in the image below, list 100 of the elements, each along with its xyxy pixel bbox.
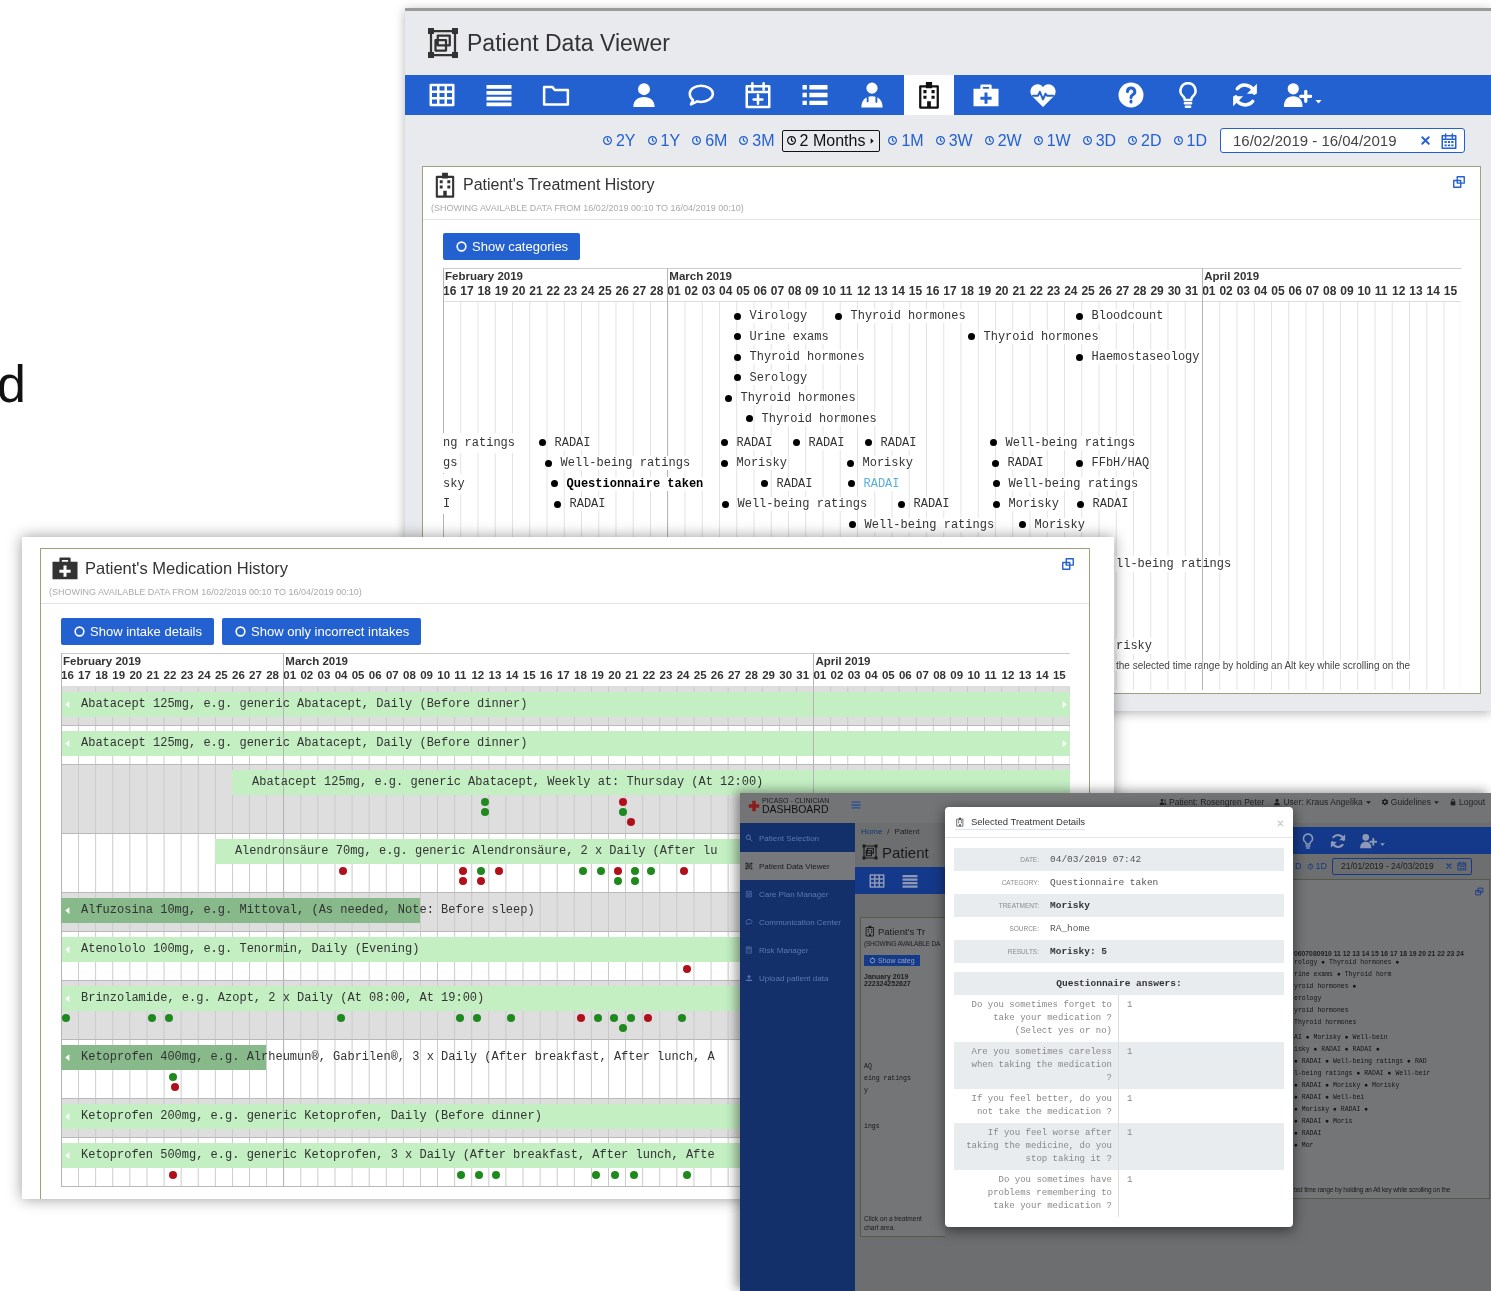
event-label[interactable]: Thyroid hormones (850, 309, 966, 323)
range-button[interactable]: 3W (930, 129, 977, 152)
intake-dot[interactable] (339, 867, 347, 875)
event-label[interactable]: Well-being ratings (1005, 435, 1136, 450)
event-label[interactable]: Urine exams (749, 329, 829, 344)
event-marker[interactable] (792, 439, 800, 447)
event-label[interactable]: Well-being ratings (560, 456, 691, 471)
intake-dot[interactable] (610, 1014, 618, 1022)
event-marker[interactable] (1075, 353, 1083, 361)
event-label[interactable]: RADAI (880, 435, 917, 450)
add-user-icon[interactable] (1359, 831, 1377, 850)
event-marker[interactable] (897, 500, 905, 508)
event-label[interactable]: RADAI (736, 435, 773, 450)
intake-dot[interactable] (148, 1014, 156, 1022)
header-link[interactable]: User: Kraus Angelika (1273, 797, 1372, 807)
event-marker[interactable] (760, 480, 768, 488)
event-marker[interactable] (834, 312, 842, 320)
medication-bar[interactable] (61, 731, 1070, 756)
event-label[interactable]: RADAI (776, 476, 813, 491)
event-label[interactable]: sky (443, 473, 465, 494)
intake-dot[interactable] (592, 1171, 600, 1179)
sidebar-item[interactable]: Communication Center (740, 908, 855, 936)
medication-bar[interactable] (232, 770, 1070, 795)
filter-button[interactable]: Show only incorrect intakes (222, 618, 422, 645)
event-marker[interactable] (745, 415, 753, 423)
event-label[interactable]: Well-being ratings (737, 497, 868, 512)
event-marker[interactable] (846, 459, 854, 467)
intake-dot[interactable] (647, 867, 655, 875)
sidebar-item[interactable]: Risk Manager (740, 936, 855, 964)
intake-dot[interactable] (678, 1014, 686, 1022)
event-marker[interactable] (720, 459, 728, 467)
header-link[interactable]: Guidelines (1380, 797, 1440, 807)
intake-dot[interactable] (459, 867, 467, 875)
restore-window-icon[interactable] (1061, 557, 1075, 571)
range-button[interactable]: 6M (687, 129, 732, 152)
sidebar-item[interactable]: Upload patient data (740, 964, 855, 992)
event-label[interactable]: Thyroid hormones (983, 329, 1099, 344)
event-marker[interactable] (847, 480, 855, 488)
intake-dot[interactable] (627, 818, 635, 826)
event-marker[interactable] (989, 439, 997, 447)
range-button[interactable]: 1W (1028, 129, 1075, 152)
intake-dot[interactable] (169, 1073, 177, 1081)
event-label[interactable]: RADAI (1092, 497, 1129, 512)
event-label[interactable]: Bloodcount (1091, 309, 1164, 323)
restore-window-icon[interactable] (1452, 175, 1466, 189)
event-label[interactable]: Morisky (736, 456, 787, 471)
intake-dot[interactable] (475, 1171, 483, 1179)
intake-dot[interactable] (619, 798, 627, 806)
event-marker[interactable] (733, 312, 741, 320)
intake-dot[interactable] (473, 1014, 481, 1022)
event-label[interactable]: Questionnaire taken (566, 476, 704, 491)
intake-dot[interactable] (495, 867, 503, 875)
range-button[interactable]: 2D (1123, 129, 1166, 152)
range-button[interactable]: 3D (1077, 129, 1121, 152)
event-marker[interactable] (848, 521, 856, 529)
intake-dot[interactable] (619, 1024, 627, 1032)
event-label[interactable]: ng ratings (443, 432, 515, 453)
intake-dot[interactable] (680, 867, 688, 875)
intake-dot[interactable] (683, 965, 691, 973)
range-button[interactable]: 2W (979, 129, 1026, 152)
range-button[interactable]: 3M (734, 129, 779, 152)
sidebar-item[interactable]: Patient Selection (740, 824, 855, 852)
event-label[interactable]: Morisky (862, 456, 913, 471)
event-marker[interactable] (550, 480, 558, 488)
date-range-field[interactable]: 16/02/2019 - 16/04/2019 (1220, 128, 1465, 153)
intake-dot[interactable] (459, 877, 467, 885)
event-marker[interactable] (1018, 521, 1026, 529)
event-label[interactable]: RADAI (913, 497, 950, 512)
event-label[interactable]: Well-being ratings (864, 517, 995, 532)
event-label[interactable]: Thyroid hormones (740, 391, 856, 406)
event-marker[interactable] (724, 394, 732, 402)
event-marker[interactable] (553, 500, 561, 508)
calendar-icon[interactable] (1440, 131, 1458, 150)
event-marker[interactable] (1075, 459, 1083, 467)
intake-dot[interactable] (683, 1171, 691, 1179)
event-label[interactable]: RADAI (554, 435, 591, 450)
range-button[interactable]: 1Y (642, 129, 685, 152)
medication-bar[interactable] (61, 692, 1070, 717)
event-label[interactable]: I (443, 494, 451, 515)
header-link[interactable]: Logout (1449, 797, 1485, 807)
event-label[interactable]: Morisky (1008, 497, 1059, 512)
range-button[interactable]: 2 Months (781, 129, 881, 152)
event-label[interactable]: Haemostaseology (1091, 350, 1200, 365)
range-button[interactable]: 2Y (597, 129, 640, 152)
event-marker[interactable] (733, 353, 741, 361)
intake-dot[interactable] (614, 867, 622, 875)
event-marker[interactable] (733, 333, 741, 341)
event-label[interactable]: RADAI (808, 435, 845, 450)
event-marker[interactable] (992, 480, 1000, 488)
intake-dot[interactable] (477, 867, 485, 875)
intake-dot[interactable] (457, 1171, 465, 1179)
event-label[interactable]: RADAI (1007, 456, 1044, 471)
clear-icon[interactable] (1419, 134, 1432, 147)
intake-dot[interactable] (644, 1014, 652, 1022)
intake-dot[interactable] (597, 867, 605, 875)
event-label[interactable]: Virology (749, 309, 808, 323)
intake-dot[interactable] (171, 1083, 179, 1091)
intake-dot[interactable] (577, 1014, 585, 1022)
event-label[interactable]: FFbH/HAQ (1091, 456, 1150, 471)
event-marker[interactable] (992, 500, 1000, 508)
